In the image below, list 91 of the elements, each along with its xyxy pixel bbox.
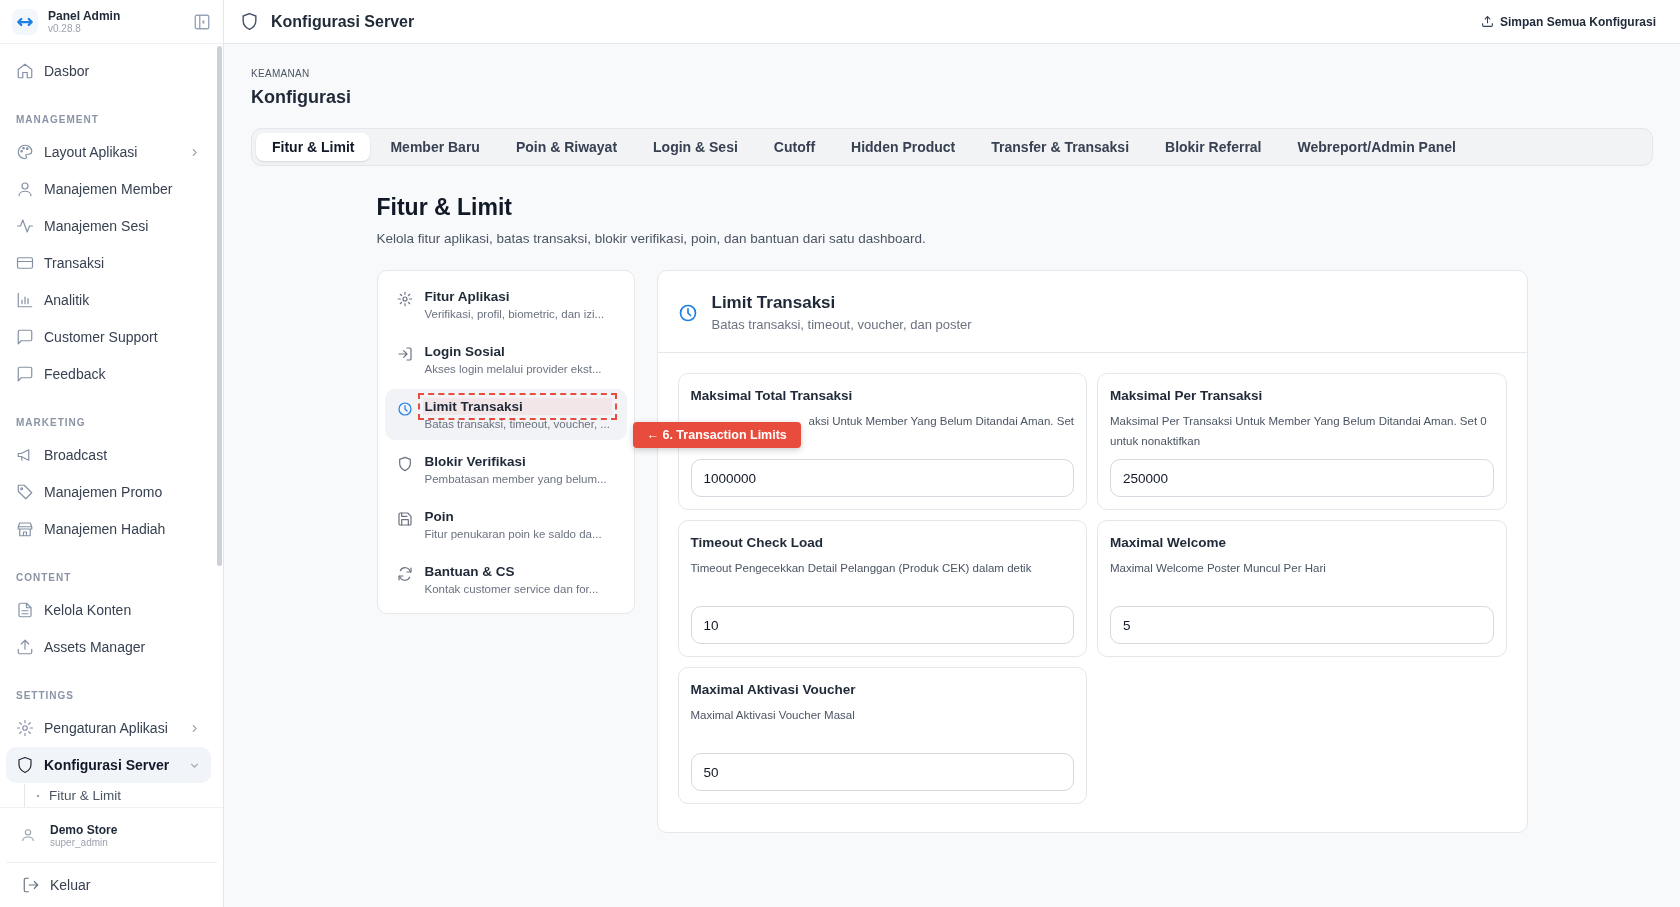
user-name: Demo Store: [50, 822, 119, 837]
field-description: Maximal Welcome Poster Muncul Per Hari: [1110, 561, 1327, 576]
user-role: super_admin: [50, 836, 109, 848]
chat-icon: [16, 328, 34, 346]
input-field[interactable]: 5: [1110, 606, 1494, 644]
card-icon: [16, 254, 34, 272]
palette-icon: [16, 143, 34, 161]
sidebar-item[interactable]: Pengaturan Aplikasi: [6, 710, 211, 746]
section-heading: MARKETING: [15, 416, 87, 430]
clock-icon: [396, 401, 413, 417]
chat-icon: [16, 365, 34, 383]
field-label: Maksimal Per Transaksi: [1110, 388, 1264, 403]
sidebar-item[interactable]: Kelola Konten: [6, 592, 211, 628]
sidebar-item[interactable]: Transaksi: [6, 245, 211, 281]
breadcrumb: KEAMANAN: [251, 68, 311, 79]
sidebar-item[interactable]: Manajemen Promo: [6, 474, 211, 510]
sidebar-subitem[interactable]: Fitur & Limit: [37, 788, 211, 803]
tab[interactable]: Transfer & Transaksi: [975, 133, 1146, 161]
annotation-callout: ← 6. Transaction Limits: [632, 422, 801, 448]
document-icon: [16, 601, 34, 619]
sidebar-item[interactable]: Assets Manager: [6, 629, 211, 665]
logo-icon: [12, 8, 38, 35]
section-heading: SETTINGS: [15, 689, 75, 703]
sidebar-item[interactable]: Broadcast: [6, 437, 211, 473]
field-label: Maximal Aktivasi Voucher: [690, 682, 857, 697]
field-description: Timeout Pengecekkan Detail Pelanggan (Produk CEK) dalam detik: [690, 561, 1033, 576]
shield-icon: [16, 756, 34, 774]
section-heading: CONTENT: [15, 571, 73, 585]
section-title: Fitur & Limit: [376, 194, 513, 221]
page-header-title: Konfigurasi Server: [271, 12, 416, 31]
user-icon: [20, 827, 36, 843]
save-all-button[interactable]: Simpan Semua Konfigurasi: [1472, 10, 1664, 33]
tab[interactable]: Member Baru: [374, 133, 496, 161]
sidebar-item[interactable]: Feedback: [6, 356, 211, 392]
app-version: v0.28.8: [48, 23, 82, 34]
section-subtitle: Kelola fitur aplikasi, batas transaksi, blokir verifikasi, poin, dan bantuan dari satu dashboard.: [376, 231, 927, 246]
input-field[interactable]: 10: [690, 606, 1074, 644]
sidebar-item[interactable]: Manajemen Sesi: [6, 208, 211, 244]
field-label: Maximal Welcome: [1110, 535, 1228, 550]
tag-icon: [16, 483, 34, 501]
settings-nav-item[interactable]: Poin Fitur penukaran poin ke saldo da...: [384, 499, 627, 550]
field-description: Maksimal Per Transaksi Untuk Member Yang Belum Ditandai Aman. Set 0 untuk nonaktifkan: [1110, 414, 1488, 449]
tab[interactable]: Webreport/Admin Panel: [1281, 133, 1472, 161]
settings-nav-item[interactable]: Bantuan & CS Kontak customer service dan for...: [384, 554, 627, 605]
settings-icon: [16, 719, 34, 737]
store-icon: [16, 520, 34, 538]
field-label: Timeout Check Load: [690, 535, 825, 550]
section-heading: MANAGEMENT: [15, 113, 100, 127]
sidebar-item[interactable]: Manajemen Hadiah: [6, 511, 211, 547]
collapse-sidebar-icon[interactable]: [193, 12, 211, 31]
sidebar-item[interactable]: Dasbor: [6, 53, 211, 89]
upload-icon: [1480, 15, 1494, 28]
panel-subtitle: Batas transaksi, timeout, voucher, dan poster: [711, 317, 972, 332]
shield-icon: [240, 12, 259, 31]
app-name: Panel Admin: [48, 9, 122, 23]
input-field[interactable]: 50: [690, 753, 1074, 791]
user-icon: [16, 180, 34, 198]
field-description: aksi Untuk Member Yang Belum Ditandai Aman. Set: [808, 414, 1074, 429]
sidebar-item[interactable]: Customer Support: [6, 319, 211, 355]
page-title: Konfigurasi: [251, 87, 352, 108]
logout-icon: [22, 876, 40, 894]
input-field[interactable]: 250000: [1110, 459, 1494, 497]
logout-button[interactable]: Keluar: [6, 862, 217, 907]
pulse-icon: [16, 217, 34, 235]
save-icon: [396, 511, 413, 527]
settings-nav-item[interactable]: Limit Transaksi Batas transaksi, timeout, voucher, ...: [384, 389, 627, 440]
sidebar-item[interactable]: Analitik: [6, 282, 211, 318]
panel-title: Limit Transaksi: [711, 293, 837, 313]
tab[interactable]: Fitur & Limit: [256, 133, 371, 161]
field-description: Maximal Aktivasi Voucher Masal: [690, 708, 856, 723]
tab[interactable]: Cutoff: [757, 133, 832, 161]
sidebar-item[interactable]: Layout Aplikasi: [6, 134, 211, 170]
login-icon: [396, 346, 413, 362]
settings-nav-item[interactable]: Blokir Verifikasi Pembatasan member yang belum...: [384, 444, 627, 495]
settings-nav-item[interactable]: Login Sosial Akses login melalui provider ekst...: [384, 334, 627, 385]
input-field[interactable]: 1000000: [690, 459, 1074, 497]
settings-nav-item[interactable]: Fitur Aplikasi Verifikasi, profil, biometric, dan izi...: [384, 279, 627, 330]
settings-icon: [396, 291, 413, 307]
tab[interactable]: Login & Sesi: [637, 133, 754, 161]
home-icon: [16, 62, 34, 80]
tab[interactable]: Hidden Product: [835, 133, 972, 161]
upload-icon: [16, 638, 34, 656]
bar-chart-icon: [16, 291, 34, 309]
sidebar-item[interactable]: Manajemen Member: [6, 171, 211, 207]
shield-icon: [396, 456, 413, 472]
tab[interactable]: Poin & Riwayat: [499, 133, 634, 161]
refresh-icon: [396, 566, 413, 582]
sidebar-item[interactable]: Konfigurasi Server: [6, 747, 211, 783]
clock-icon: [677, 302, 698, 323]
field-label: Maksimal Total Transaksi: [690, 388, 854, 403]
tab[interactable]: Blokir Referral: [1149, 133, 1278, 161]
